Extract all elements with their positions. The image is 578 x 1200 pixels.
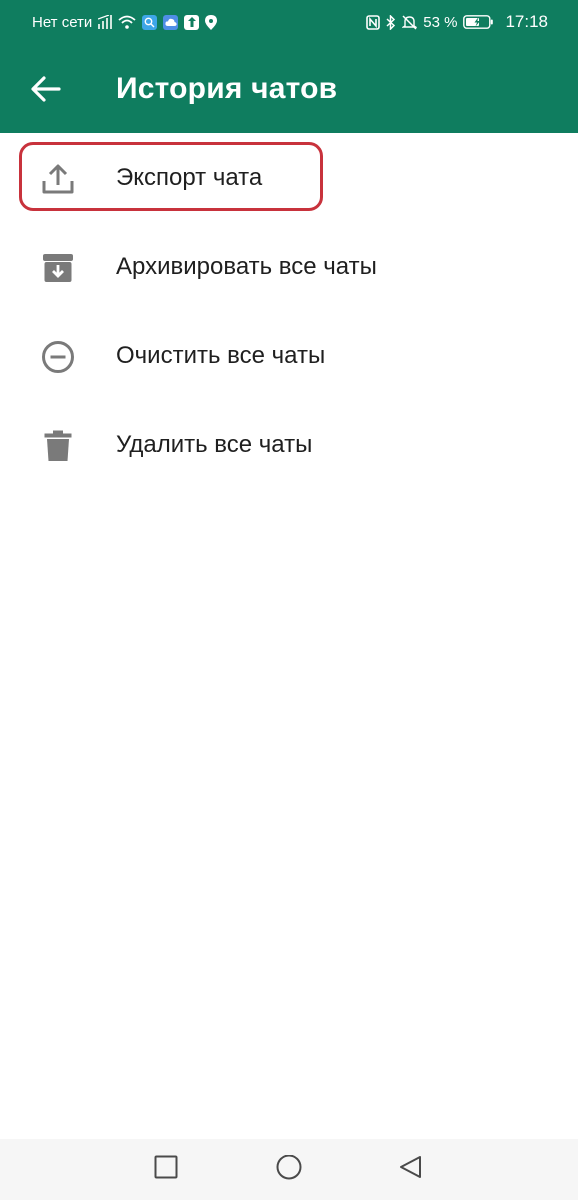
export-highlight-frame: [19, 142, 323, 211]
app-bar: История чатов: [0, 44, 578, 133]
clear-all-chats-label: Очистить все чаты: [116, 342, 326, 369]
arrow-left-icon: [31, 76, 61, 102]
upload-app-icon: [184, 14, 200, 30]
recent-apps-icon[interactable]: [154, 1155, 178, 1184]
page-title: История чатов: [116, 72, 338, 105]
archive-icon: [38, 248, 78, 288]
clock: 17:18: [505, 12, 548, 31]
delete-all-chats-item[interactable]: Удалить все чаты: [0, 400, 578, 489]
clear-icon: [38, 337, 78, 377]
wifi-icon: [118, 15, 136, 29]
battery-icon: [463, 15, 494, 29]
status-bar-right: 53 % 17:18: [366, 12, 548, 32]
bell-muted-icon: [402, 14, 418, 30]
network-status: Нет сети: [32, 13, 93, 31]
archive-all-chats-label: Архивировать все чаты: [116, 253, 377, 280]
cloud-app-icon: [163, 14, 179, 30]
bluetooth-icon: [386, 14, 396, 30]
delete-icon: [38, 426, 78, 466]
nfc-icon: [366, 14, 381, 30]
home-icon[interactable]: [275, 1154, 303, 1188]
delete-all-chats-label: Удалить все чаты: [116, 431, 313, 458]
battery-percent: 53 %: [423, 13, 458, 31]
signal-icon: [98, 15, 113, 29]
back-nav-icon[interactable]: [398, 1155, 424, 1186]
back-button[interactable]: [24, 70, 68, 108]
navigation-bar: [0, 1139, 578, 1200]
archive-all-chats-item[interactable]: Архивировать все чаты: [0, 222, 578, 311]
status-bar: Нет сети 53 % 17:18: [0, 0, 578, 44]
search-app-icon: [142, 14, 158, 30]
location-icon: [205, 14, 218, 30]
status-bar-left: Нет сети: [32, 13, 218, 31]
clear-all-chats-item[interactable]: Очистить все чаты: [0, 311, 578, 400]
